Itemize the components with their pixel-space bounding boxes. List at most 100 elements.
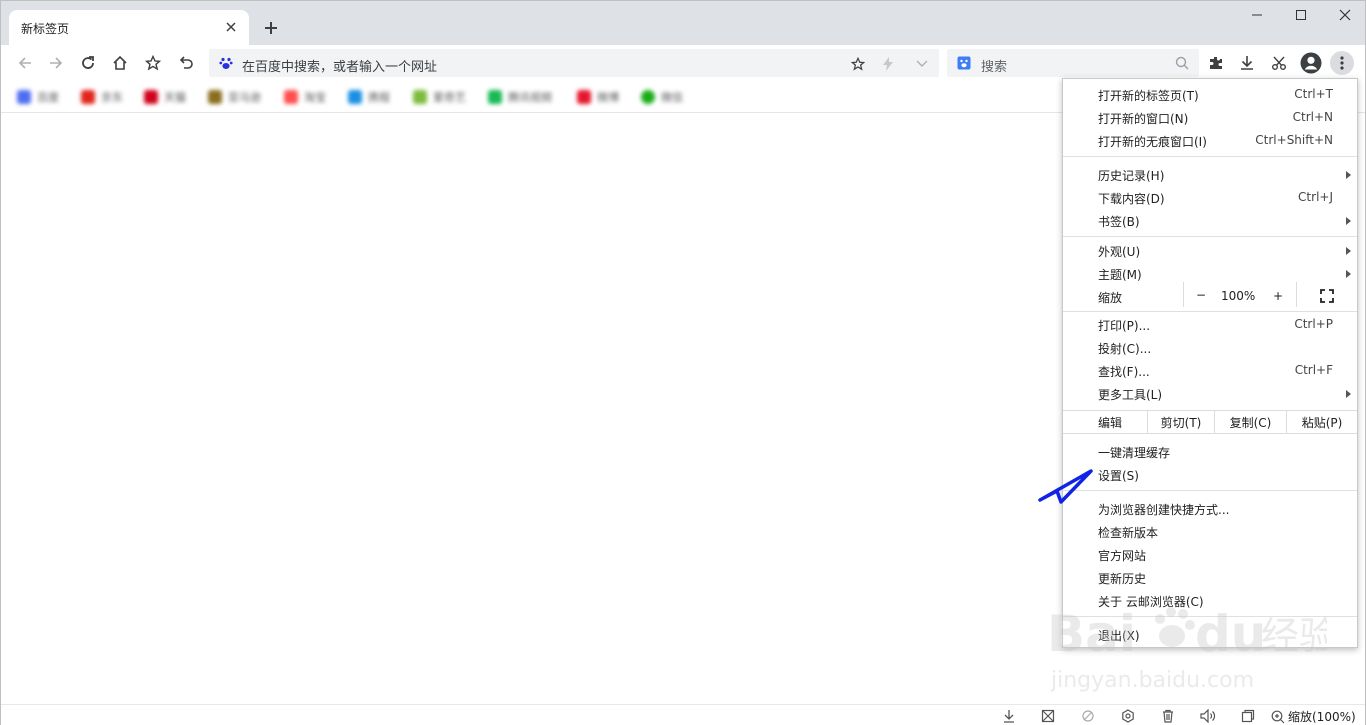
search-placeholder: 搜索 <box>981 60 1008 75</box>
back-icon[interactable] <box>13 51 37 75</box>
search-icon[interactable] <box>1175 56 1189 73</box>
status-zoom[interactable]: 缩放(100%) <box>1271 708 1356 725</box>
home-icon[interactable] <box>108 51 132 75</box>
maximize-button[interactable] <box>1279 1 1323 29</box>
zoom-out-button[interactable]: − <box>1183 282 1218 307</box>
menu-item-print[interactable]: 打印(P)... Ctrl+P <box>1063 313 1357 336</box>
menu-item-cast[interactable]: 投射(C)... <box>1063 336 1357 359</box>
bookmark-favicon-icon <box>144 90 158 104</box>
paste-button[interactable]: 粘贴(P) <box>1287 411 1357 433</box>
svg-text:jingyan.baidu.com: jingyan.baidu.com <box>1050 668 1254 693</box>
zoom-icon <box>1271 710 1285 723</box>
bookmark-favicon-icon <box>348 90 362 104</box>
reload-icon[interactable] <box>76 51 100 75</box>
zoom-value: 100% <box>1221 289 1256 303</box>
bookmark-item[interactable]: 天猫 <box>144 87 186 107</box>
menu-zoom-row: 缩放 − 100% + <box>1063 282 1357 308</box>
bookmark-favicon-icon <box>284 90 298 104</box>
bookmark-favicon-icon <box>413 90 427 104</box>
search-engine-icon <box>957 56 971 73</box>
bookmark-favicon-icon <box>577 90 591 104</box>
menu-item-new-window[interactable]: 打开新的窗口(N) Ctrl+N <box>1063 106 1357 129</box>
status-bar: 缩放(100%) <box>1 704 1365 725</box>
extensions-icon[interactable] <box>1204 51 1228 75</box>
bookmark-item[interactable]: 微信 <box>641 87 683 107</box>
menu-item-bookmarks[interactable]: 书签(B) <box>1063 209 1357 232</box>
menu-item-create-shortcut[interactable]: 为浏览器创建快捷方式... <box>1063 497 1357 520</box>
menu-item-official-site[interactable]: 官方网站 <box>1063 543 1357 566</box>
bookmark-item[interactable]: 携程 <box>348 87 390 107</box>
bookmark-item[interactable]: 爱奇艺 <box>413 87 466 107</box>
menu-item-settings[interactable]: 设置(S) <box>1063 463 1357 486</box>
settings-gear-icon[interactable] <box>1120 708 1136 724</box>
submenu-arrow-icon <box>1346 217 1351 225</box>
address-placeholder: 在百度中搜索，或者输入一个网址 <box>242 60 438 75</box>
bookmark-item[interactable]: 腾讯视频 <box>488 87 552 107</box>
bookmark-item[interactable]: 百度 <box>17 87 59 107</box>
browser-menu: 打开新的标签页(T) Ctrl+T 打开新的窗口(N) Ctrl+N 打开新的无痕窗… <box>1062 78 1358 648</box>
scissors-icon[interactable] <box>1267 51 1291 75</box>
address-bar[interactable]: 在百度中搜索，或者输入一个网址 <box>209 49 939 77</box>
fullscreen-icon[interactable] <box>1320 289 1334 306</box>
submenu-arrow-icon <box>1346 270 1351 278</box>
bookmark-star-icon[interactable] <box>141 51 165 75</box>
download-icon[interactable] <box>1235 51 1259 75</box>
bookmark-item[interactable]: 微博 <box>577 87 619 107</box>
zoom-in-button[interactable]: + <box>1273 289 1283 303</box>
zoom-label: 缩放 <box>1098 291 1123 305</box>
bookmark-item[interactable]: 亚马逊 <box>208 87 261 107</box>
search-input[interactable]: 搜索 <box>947 49 1199 77</box>
profile-avatar-icon[interactable] <box>1299 51 1323 75</box>
trash-icon[interactable] <box>1160 708 1176 724</box>
tab-strip: 新标签页 <box>1 1 1365 45</box>
annotation-arrow-icon <box>1037 467 1095 510</box>
bookmark-favicon-icon <box>641 90 655 104</box>
menu-item-update-history[interactable]: 更新历史 <box>1063 566 1357 589</box>
menu-item-history[interactable]: 历史记录(H) <box>1063 163 1357 186</box>
star-icon[interactable] <box>849 55 867 73</box>
watermark-logo: Bai du 经验 jingyan.baidu.com <box>1047 589 1337 699</box>
close-icon[interactable] <box>221 17 241 37</box>
copy-button[interactable]: 复制(C) <box>1215 411 1287 433</box>
menu-kebab-icon[interactable] <box>1330 51 1354 75</box>
menu-item-appearance[interactable]: 外观(U) <box>1063 239 1357 262</box>
browser-window: 新标签页 在百度中搜索，或者输入一个网址 搜索 百度 京东 天猫 亚马逊 淘宝 … <box>0 0 1366 725</box>
chevron-down-icon[interactable] <box>913 55 931 73</box>
bookmark-item[interactable]: 京东 <box>81 87 123 107</box>
edit-label: 编辑 <box>1098 415 1123 430</box>
window-close-button[interactable] <box>1323 1 1366 29</box>
bookmark-favicon-icon <box>81 90 95 104</box>
svg-text:du: du <box>1195 605 1266 663</box>
menu-item-find[interactable]: 查找(F)... Ctrl+F <box>1063 359 1357 382</box>
submenu-arrow-icon <box>1346 171 1351 179</box>
menu-item-incognito[interactable]: 打开新的无痕窗口(I) Ctrl+Shift+N <box>1063 129 1357 152</box>
bookmark-favicon-icon <box>208 90 222 104</box>
window-restore-icon[interactable] <box>1240 708 1256 724</box>
volume-icon[interactable] <box>1200 708 1216 724</box>
forward-icon[interactable] <box>44 51 68 75</box>
bookmark-item[interactable]: 淘宝 <box>284 87 326 107</box>
sync-icon[interactable] <box>1080 708 1096 724</box>
menu-item-check-update[interactable]: 检查新版本 <box>1063 520 1357 543</box>
menu-item-clear-cache[interactable]: 一键清理缓存 <box>1063 440 1357 463</box>
undo-icon[interactable] <box>174 51 198 75</box>
tab-new-tab[interactable]: 新标签页 <box>9 10 249 45</box>
adblock-icon[interactable] <box>1040 708 1056 724</box>
download-status-icon[interactable] <box>1001 708 1017 724</box>
menu-item-downloads[interactable]: 下载内容(D) Ctrl+J <box>1063 186 1357 209</box>
menu-item-new-tab[interactable]: 打开新的标签页(T) Ctrl+T <box>1063 83 1357 106</box>
lightning-icon[interactable] <box>879 55 897 73</box>
menu-divider <box>1063 490 1357 491</box>
toolbar: 在百度中搜索，或者输入一个网址 搜索 <box>1 45 1365 81</box>
svg-text:Bai: Bai <box>1047 605 1136 663</box>
tab-title: 新标签页 <box>21 22 70 36</box>
bookmark-favicon-icon <box>488 90 502 104</box>
submenu-arrow-icon <box>1346 247 1351 255</box>
cut-button[interactable]: 剪切(T) <box>1147 411 1215 433</box>
menu-item-more-tools[interactable]: 更多工具(L) <box>1063 382 1357 405</box>
menu-edit-row: 编辑 剪切(T) 复制(C) 粘贴(P) <box>1063 410 1357 434</box>
new-tab-button[interactable] <box>259 16 283 40</box>
menu-divider <box>1063 236 1357 237</box>
svg-text:经验: 经验 <box>1261 614 1327 658</box>
minimize-button[interactable] <box>1235 1 1279 29</box>
